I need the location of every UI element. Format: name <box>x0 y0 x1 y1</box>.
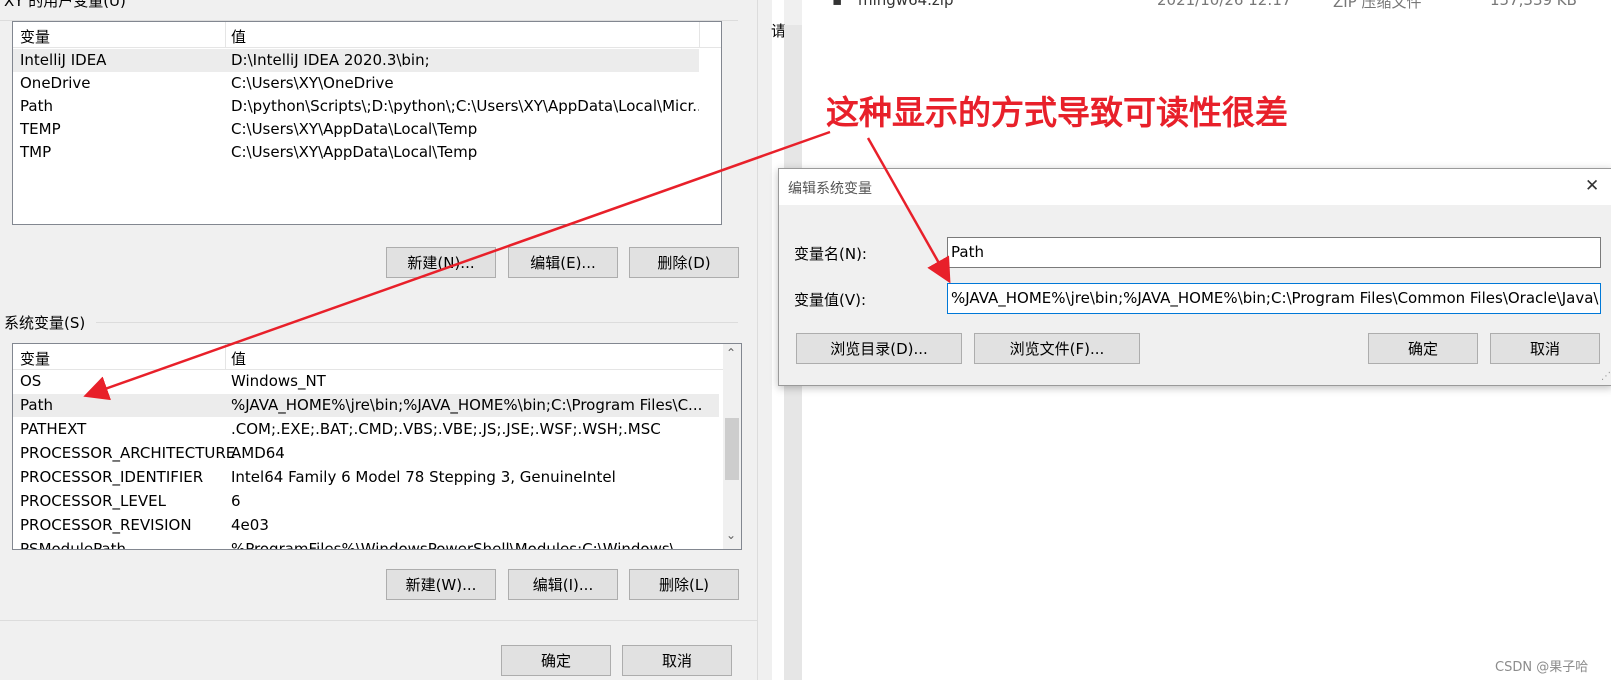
arrow-to-value-field <box>866 137 951 284</box>
watermark: CSDN @果子哈 <box>1495 660 1589 675</box>
annotation-arrows <box>83 130 951 401</box>
arrow-to-path-row <box>83 130 831 401</box>
